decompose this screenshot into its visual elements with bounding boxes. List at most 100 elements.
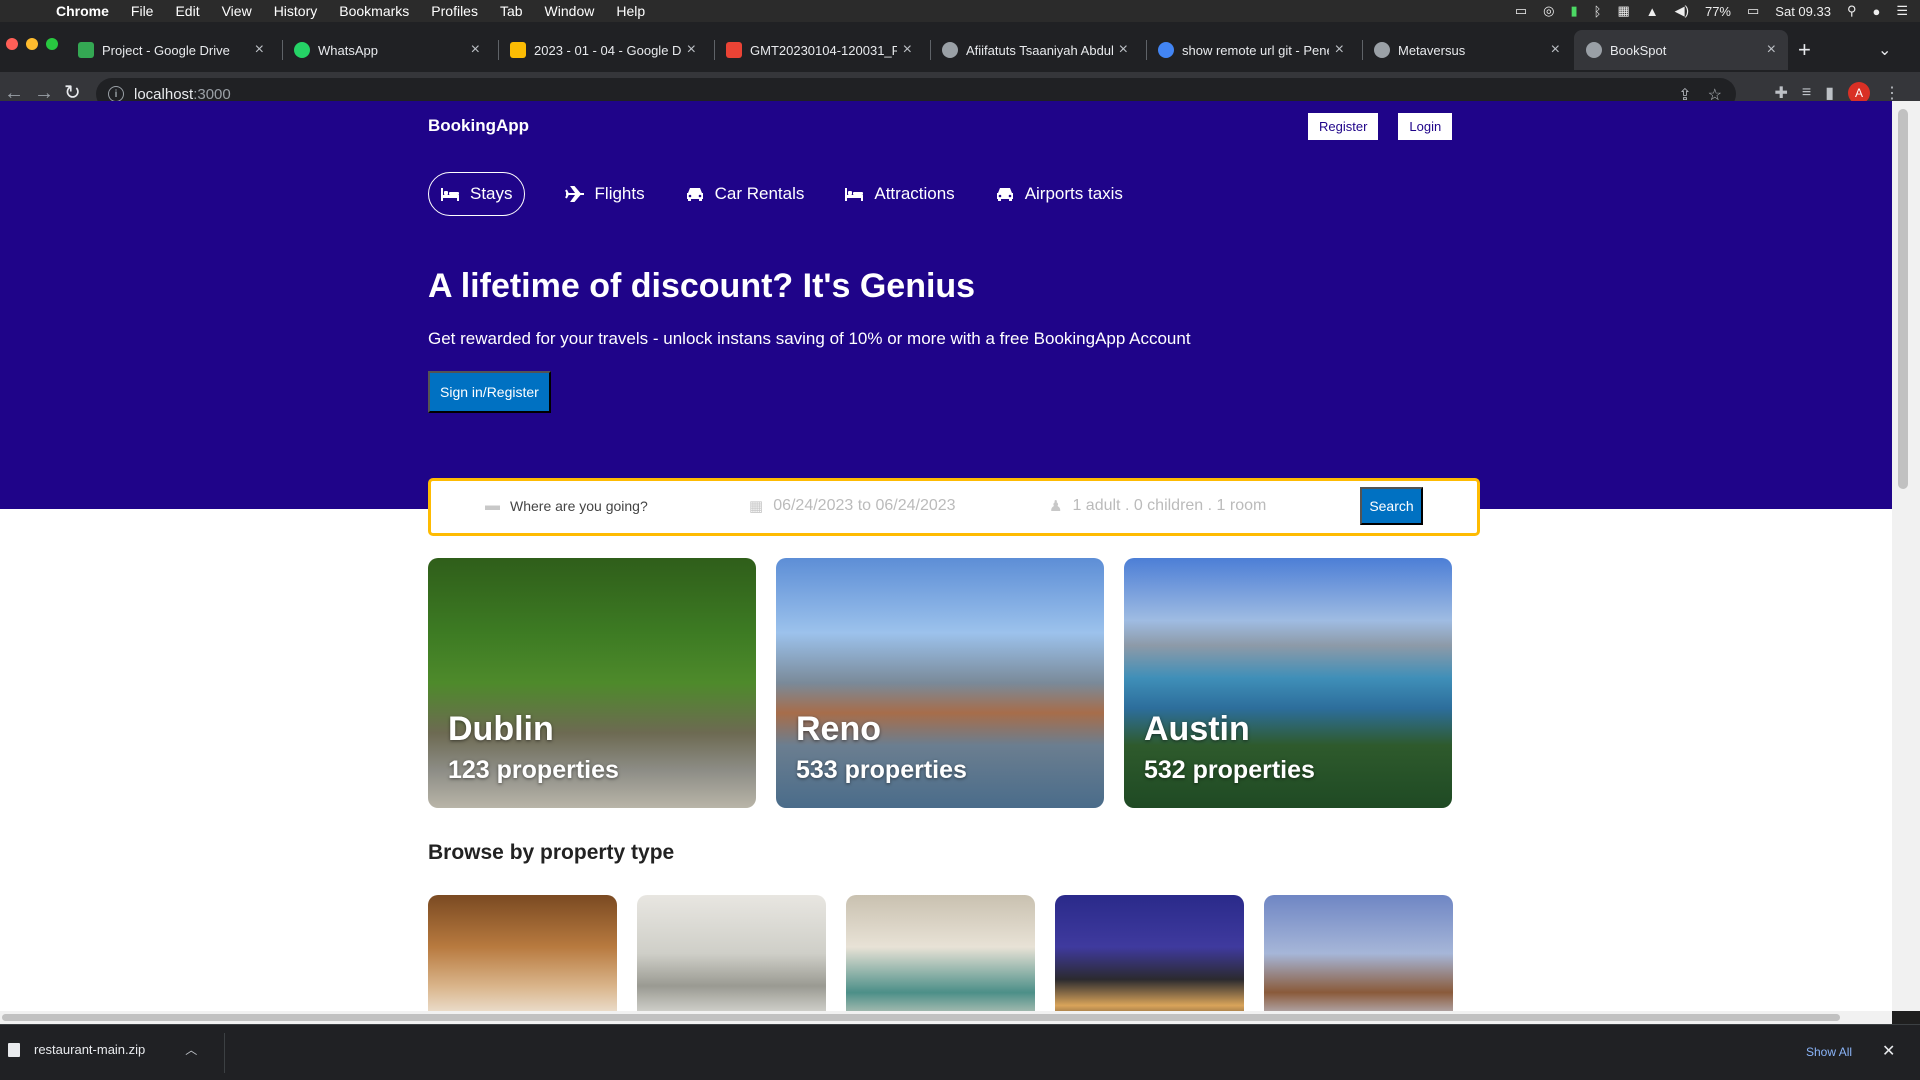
- menu-help[interactable]: Help: [616, 3, 645, 19]
- tab-close-icon[interactable]: ×: [1551, 41, 1560, 59]
- property-type-card[interactable]: [428, 895, 617, 1011]
- tab-whatsapp[interactable]: WhatsApp ×: [282, 30, 492, 70]
- tab-show-remote-url[interactable]: show remote url git - Pene ×: [1146, 30, 1356, 70]
- menu-profiles[interactable]: Profiles: [431, 3, 478, 19]
- hero-headline: A lifetime of discount? It's Genius: [428, 267, 976, 305]
- signal-icon[interactable]: ▮: [1571, 3, 1578, 19]
- tab-close-icon[interactable]: ×: [903, 41, 912, 59]
- tab-close-icon[interactable]: ×: [1119, 41, 1128, 59]
- keyboard-icon[interactable]: ▦: [1617, 3, 1629, 19]
- featured-card-dublin[interactable]: Dublin 123 properties: [428, 558, 756, 808]
- tab-close-icon[interactable]: ×: [687, 41, 696, 59]
- menu-view[interactable]: View: [222, 3, 252, 19]
- tab-search-chevron-icon[interactable]: ⌄: [1878, 40, 1891, 60]
- new-tab-button[interactable]: +: [1798, 39, 1811, 61]
- google-drive-icon: [78, 42, 94, 58]
- side-panel-icon[interactable]: ▮: [1825, 83, 1834, 103]
- zoom-window-button[interactable]: [46, 38, 58, 50]
- chrome-menu-icon[interactable]: ⋮: [1884, 83, 1900, 103]
- guests-rooms-field[interactable]: ♟ 1 adult . 0 children . 1 room: [1049, 497, 1266, 515]
- tab-label: Afiifatuts Tsaaniyah Abdull: [966, 42, 1113, 58]
- close-window-button[interactable]: [6, 38, 18, 50]
- menu-window[interactable]: Window: [545, 3, 595, 19]
- minimize-window-button[interactable]: [26, 38, 38, 50]
- wifi-icon[interactable]: ▲: [1646, 4, 1659, 19]
- property-type-card[interactable]: [637, 895, 826, 1011]
- show-all-downloads-button[interactable]: Show All: [1806, 1045, 1852, 1059]
- category-nav: Stays Flights Car Rentals Attractions Ai…: [428, 172, 1123, 216]
- tab-gmt-recording[interactable]: GMT20230104-120031_Re ×: [714, 30, 924, 70]
- extensions-icon[interactable]: ✚: [1774, 83, 1787, 103]
- register-button[interactable]: Register: [1308, 113, 1379, 140]
- auth-buttons: Register Login: [1308, 113, 1453, 140]
- tab-afiifatuts[interactable]: Afiifatuts Tsaaniyah Abdull ×: [930, 30, 1140, 70]
- category-flights[interactable]: Flights: [564, 172, 645, 216]
- bed-icon: ▬: [485, 497, 500, 514]
- bluetooth-icon[interactable]: ᛒ: [1594, 4, 1602, 19]
- tab-bookspot[interactable]: BookSpot ×: [1574, 30, 1788, 70]
- menu-bar-status: ▭ ◎ ▮ ᛒ ▦ ▲ ◀) 77% ▭ Sat 09.33 ⚲ ● ☰: [1515, 0, 1908, 22]
- search-button[interactable]: Search: [1360, 487, 1423, 525]
- globe-icon: [1374, 42, 1390, 58]
- airdrop-icon[interactable]: ◎: [1543, 3, 1554, 19]
- menu-history[interactable]: History: [274, 3, 318, 19]
- control-center-icon[interactable]: ☰: [1896, 3, 1908, 19]
- battery-icon[interactable]: ▭: [1747, 3, 1759, 19]
- category-car-rentals[interactable]: Car Rentals: [685, 172, 804, 216]
- battery-percentage[interactable]: 77%: [1705, 4, 1731, 19]
- file-icon: [8, 1042, 20, 1057]
- siri-icon[interactable]: ●: [1872, 4, 1880, 19]
- property-type-card[interactable]: [846, 895, 1035, 1011]
- tab-google-drive-2023[interactable]: 2023 - 01 - 04 - Google D ×: [498, 30, 708, 70]
- tab-project-google-drive[interactable]: Project - Google Drive ×: [66, 30, 276, 70]
- destination-placeholder: Where are you going?: [510, 497, 648, 514]
- url-host: localhost: [134, 85, 194, 103]
- login-button[interactable]: Login: [1398, 113, 1453, 140]
- volume-icon[interactable]: ◀): [1675, 3, 1689, 19]
- property-type-card[interactable]: [1264, 895, 1453, 1011]
- screen-mirroring-icon[interactable]: ▭: [1515, 3, 1527, 19]
- hero-subline: Get rewarded for your travels - unlock i…: [428, 329, 1191, 348]
- reading-list-icon[interactable]: ≡: [1802, 84, 1811, 102]
- date-range-field[interactable]: ▦ 06/24/2023 to 06/24/2023: [749, 497, 956, 515]
- google-icon: [1158, 42, 1174, 58]
- spotlight-search-icon[interactable]: ⚲: [1847, 3, 1857, 19]
- vertical-scrollbar[interactable]: [1892, 101, 1920, 1011]
- menu-tab[interactable]: Tab: [500, 3, 523, 19]
- bed-icon: [845, 188, 864, 201]
- window-controls: [6, 38, 58, 50]
- menu-app-chrome[interactable]: Chrome: [56, 3, 109, 19]
- featured-card-reno[interactable]: Reno 533 properties: [776, 558, 1104, 808]
- destination-field[interactable]: ▬ Where are you going?: [485, 497, 648, 514]
- clock[interactable]: Sat 09.33: [1775, 4, 1831, 19]
- horizontal-scrollbar-thumb[interactable]: [2, 1014, 1840, 1021]
- sign-in-register-button[interactable]: Sign in/Register: [428, 371, 551, 413]
- brand-logo[interactable]: BookingApp: [428, 116, 529, 136]
- download-filename: restaurant-main.zip: [34, 1042, 146, 1057]
- chevron-up-icon[interactable]: ︿: [185, 1041, 197, 1058]
- tab-close-icon[interactable]: ×: [471, 41, 480, 59]
- globe-icon: [942, 42, 958, 58]
- menu-bookmarks[interactable]: Bookmarks: [339, 3, 409, 19]
- google-drive-icon: [510, 42, 526, 58]
- menu-file[interactable]: File: [131, 3, 154, 19]
- shelf-divider: [224, 1033, 225, 1073]
- vertical-scrollbar-thumb[interactable]: [1898, 109, 1908, 489]
- tab-metaversus[interactable]: Metaversus ×: [1362, 30, 1572, 70]
- horizontal-scrollbar[interactable]: [0, 1011, 1892, 1024]
- hero-header: BookingApp Register Login Stays Flights …: [0, 101, 1892, 509]
- close-icon[interactable]: ✕: [1882, 1041, 1895, 1061]
- category-airport-taxis[interactable]: Airports taxis: [995, 172, 1123, 216]
- featured-card-austin[interactable]: Austin 532 properties: [1124, 558, 1452, 808]
- site-info-icon[interactable]: i: [108, 86, 124, 102]
- tab-close-icon[interactable]: ×: [1767, 41, 1776, 59]
- tab-close-icon[interactable]: ×: [255, 41, 264, 59]
- search-bar: ▬ Where are you going? ▦ 06/24/2023 to 0…: [428, 478, 1480, 536]
- category-stays[interactable]: Stays: [428, 172, 525, 216]
- category-attractions[interactable]: Attractions: [844, 172, 955, 216]
- tab-label: GMT20230104-120031_Re: [750, 42, 897, 58]
- menu-edit[interactable]: Edit: [175, 3, 199, 19]
- tab-close-icon[interactable]: ×: [1335, 41, 1344, 59]
- download-item[interactable]: restaurant-main.zip ︿: [8, 1041, 197, 1058]
- property-type-card[interactable]: [1055, 895, 1244, 1011]
